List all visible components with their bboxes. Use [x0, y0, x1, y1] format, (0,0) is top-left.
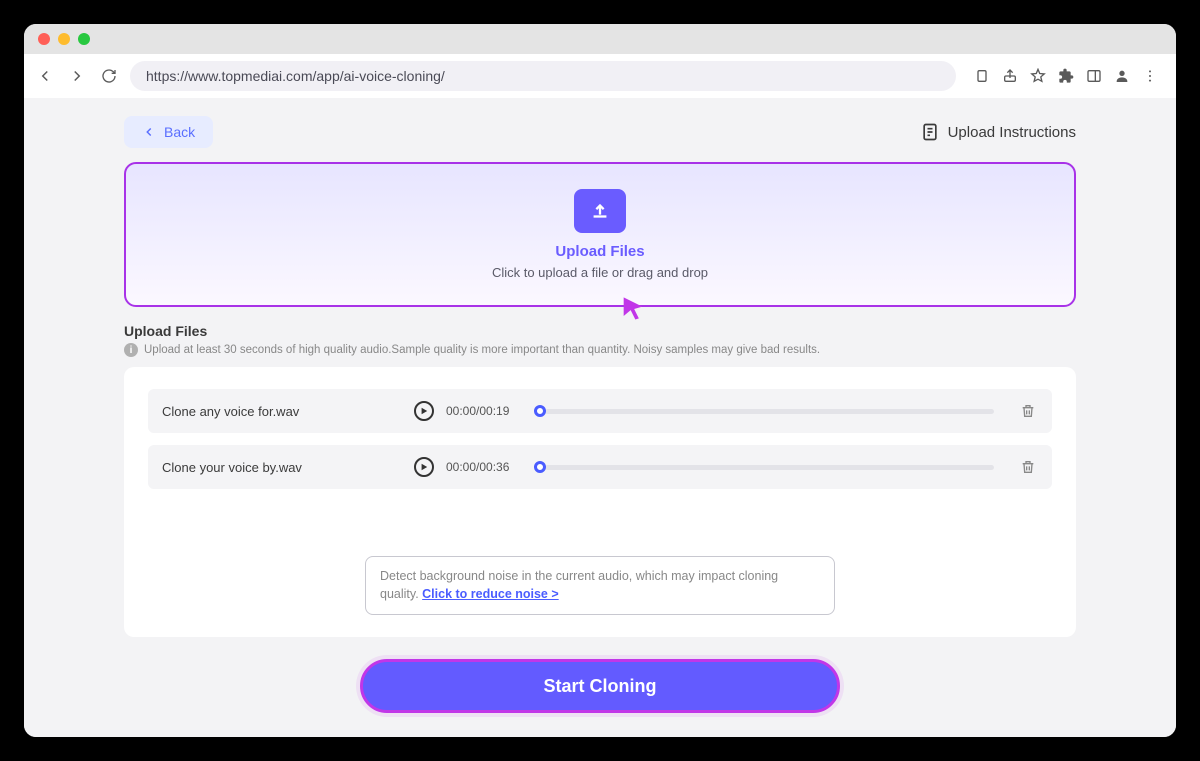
url-text: https://www.topmediai.com/app/ai-voice-c…: [146, 68, 445, 84]
info-icon: i: [124, 343, 138, 357]
extensions-icon[interactable]: [1058, 68, 1074, 84]
slider-track: [545, 409, 994, 414]
noise-warning-box: Detect background noise in the current a…: [365, 556, 835, 616]
browser-toolbar: https://www.topmediai.com/app/ai-voice-c…: [24, 54, 1176, 98]
trash-icon: [1020, 403, 1036, 419]
maximize-window-icon[interactable]: [78, 33, 90, 45]
file-row: Clone any voice for.wav 00:00/00:19: [148, 389, 1052, 433]
cursor-icon: [619, 295, 647, 323]
tab-icon[interactable]: [974, 68, 990, 84]
file-name: Clone any voice for.wav: [162, 404, 402, 419]
minimize-window-icon[interactable]: [58, 33, 70, 45]
upload-subtext: Click to upload a file or drag and drop: [492, 265, 708, 280]
file-name: Clone your voice by.wav: [162, 460, 402, 475]
time-label: 00:00/00:36: [446, 460, 522, 474]
slider-track: [545, 465, 994, 470]
sidepanel-icon[interactable]: [1086, 68, 1102, 84]
profile-icon[interactable]: [1114, 68, 1130, 84]
slider-knob-icon: [534, 461, 546, 473]
start-label: Start Cloning: [544, 676, 657, 697]
page-content: Back Upload Instructions Upload Files Cl…: [24, 98, 1176, 737]
delete-button[interactable]: [1018, 401, 1038, 421]
browser-back-button[interactable]: [34, 65, 56, 87]
start-cloning-button[interactable]: Start Cloning: [360, 659, 840, 713]
progress-slider[interactable]: [534, 405, 994, 417]
browser-window: https://www.topmediai.com/app/ai-voice-c…: [24, 24, 1176, 737]
star-icon[interactable]: [1030, 68, 1046, 84]
browser-forward-button[interactable]: [66, 65, 88, 87]
time-label: 00:00/00:19: [446, 404, 522, 418]
file-row: Clone your voice by.wav 00:00/00:36: [148, 445, 1052, 489]
upload-dropzone[interactable]: Upload Files Click to upload a file or d…: [124, 162, 1076, 307]
upload-icon: [574, 189, 626, 233]
reduce-noise-link[interactable]: Click to reduce noise >: [422, 587, 559, 601]
browser-reload-button[interactable]: [98, 65, 120, 87]
slider-knob-icon: [534, 405, 546, 417]
trash-icon: [1020, 459, 1036, 475]
section-heading: Upload Files: [124, 323, 1076, 339]
file-list-panel: Clone any voice for.wav 00:00/00:19 Clon…: [124, 367, 1076, 637]
upload-title: Upload Files: [555, 243, 644, 260]
play-button[interactable]: [414, 457, 434, 477]
section-help-text: Upload at least 30 seconds of high quali…: [144, 344, 820, 356]
page-topbar: Back Upload Instructions: [124, 116, 1076, 148]
back-button[interactable]: Back: [124, 116, 213, 148]
back-label: Back: [164, 124, 195, 140]
instructions-label: Upload Instructions: [948, 124, 1076, 141]
url-bar[interactable]: https://www.topmediai.com/app/ai-voice-c…: [130, 61, 956, 91]
section-help: i Upload at least 30 seconds of high qua…: [124, 343, 1076, 357]
share-icon[interactable]: [1002, 68, 1018, 84]
delete-button[interactable]: [1018, 457, 1038, 477]
menu-icon[interactable]: [1142, 68, 1158, 84]
start-button-wrap: Start Cloning: [124, 659, 1076, 713]
play-button[interactable]: [414, 401, 434, 421]
browser-toolbar-right: [966, 68, 1166, 84]
document-icon: [920, 122, 940, 142]
close-window-icon[interactable]: [38, 33, 50, 45]
upload-instructions-link[interactable]: Upload Instructions: [920, 122, 1076, 142]
progress-slider[interactable]: [534, 461, 994, 473]
window-titlebar: [24, 24, 1176, 54]
